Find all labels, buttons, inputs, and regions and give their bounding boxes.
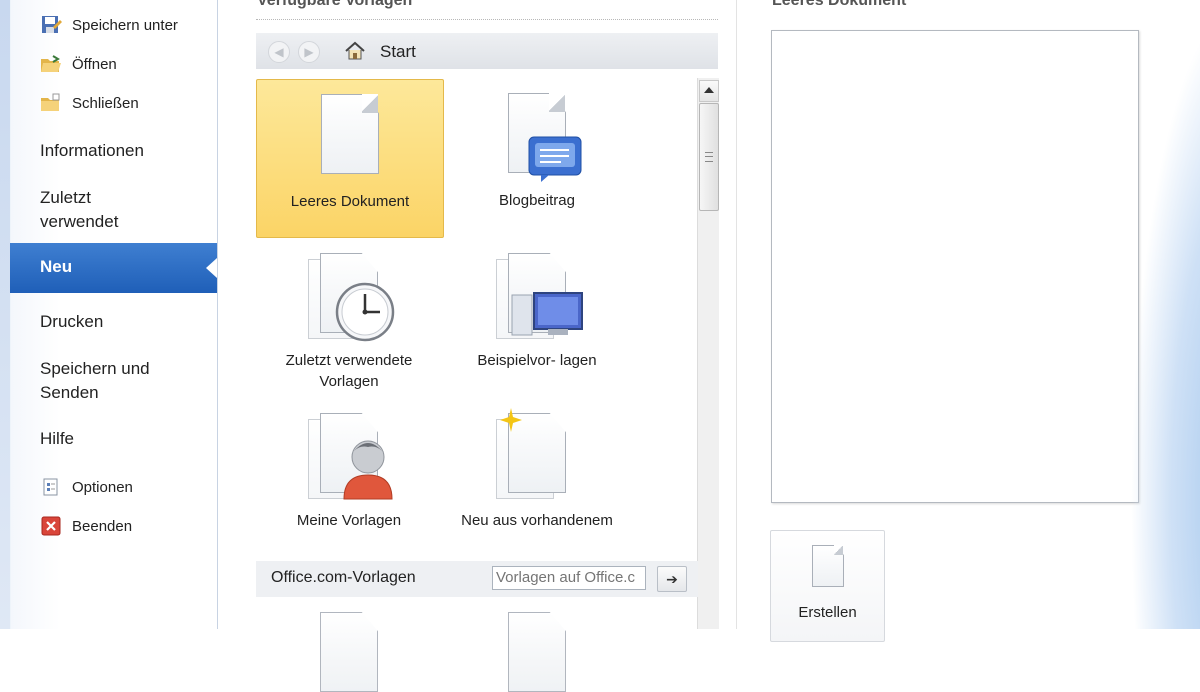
nav-info-label: Informationen bbox=[40, 141, 144, 160]
tile-samples-label: Beispielvor- lagen bbox=[477, 352, 597, 369]
office-com-bar: Office.com-Vorlagen ➔ bbox=[256, 561, 698, 597]
nav-active-notch bbox=[206, 258, 217, 278]
nav-save-as[interactable]: Speichern unter bbox=[40, 13, 178, 37]
tile-recent-label: Zuletzt verwendete Vorlagen bbox=[256, 350, 442, 392]
close-folder-icon bbox=[40, 93, 62, 113]
nav-exit[interactable]: Beenden bbox=[40, 514, 132, 538]
tile-blank-document[interactable]: Leeres Dokument bbox=[256, 79, 444, 238]
clock-icon bbox=[335, 282, 395, 342]
tile-sample-templates[interactable]: Beispielvor- lagen bbox=[444, 245, 630, 395]
preview-title: Leeres Dokument bbox=[772, 0, 907, 9]
tile-new-from-existing[interactable]: Neu aus vorhandenem bbox=[444, 405, 630, 535]
create-button[interactable]: Erstellen bbox=[770, 530, 885, 642]
panel-divider bbox=[736, 0, 737, 629]
nav-print-label: Drucken bbox=[40, 312, 104, 331]
tile-blog-label: Blogbeitrag bbox=[499, 192, 575, 209]
scroll-grip-icon bbox=[705, 152, 713, 162]
tile-blank-label: Leeres Dokument bbox=[290, 193, 410, 210]
nav-new[interactable]: Neu bbox=[10, 243, 217, 293]
nav-save-send-line2: Senden bbox=[40, 383, 99, 402]
open-folder-icon bbox=[40, 54, 62, 74]
page-fold bbox=[549, 93, 565, 112]
nav-exit-label: Beenden bbox=[72, 517, 133, 535]
nav-options-label: Optionen bbox=[72, 478, 133, 496]
nav-print[interactable]: Drucken bbox=[40, 310, 103, 334]
scroll-thumb[interactable] bbox=[699, 103, 719, 211]
create-button-label: Erstellen bbox=[798, 604, 857, 621]
sparkle-icon bbox=[500, 408, 522, 432]
nav-save-send[interactable]: Speichern und Senden bbox=[40, 357, 150, 405]
breadcrumb-start[interactable]: Start bbox=[380, 42, 416, 62]
nav-save-as-label: Speichern unter bbox=[72, 16, 178, 34]
tile-recent-line1: Zuletzt verwendete bbox=[285, 352, 413, 369]
nav-info[interactable]: Informationen bbox=[40, 139, 144, 163]
options-icon bbox=[40, 477, 62, 497]
nav-close-label: Schließen bbox=[72, 94, 139, 112]
tile-blog-post[interactable]: Blogbeitrag bbox=[444, 79, 630, 236]
home-icon[interactable] bbox=[344, 40, 366, 62]
office-com-label: Office.com-Vorlagen bbox=[271, 569, 416, 586]
tile-mine-label: Meine Vorlagen bbox=[296, 512, 402, 529]
nav-edge bbox=[0, 0, 10, 629]
search-go-arrow-icon[interactable]: ➔ bbox=[657, 566, 687, 592]
nav-recent[interactable]: Zuletzt verwendet bbox=[40, 186, 118, 234]
nav-open-label: Öffnen bbox=[72, 55, 117, 73]
backstage-nav: Speichern unter Öffnen Schließen Informa… bbox=[0, 0, 218, 629]
tile-recent-line2: Vorlagen bbox=[319, 373, 379, 390]
page-fold bbox=[834, 545, 843, 555]
document-preview bbox=[771, 30, 1139, 503]
templates-navbar: ◀ ▶ Start bbox=[256, 33, 718, 69]
save-as-icon bbox=[40, 15, 62, 35]
tile-recent-templates[interactable]: Zuletzt verwendete Vorlagen bbox=[256, 245, 442, 395]
templates-scrollbar[interactable] bbox=[697, 78, 719, 629]
exit-icon bbox=[40, 516, 62, 536]
nav-open[interactable]: Öffnen bbox=[40, 52, 117, 76]
nav-help-label: Hilfe bbox=[40, 429, 75, 448]
tile-existing-label: Neu aus vorhandenem bbox=[461, 512, 613, 529]
background-swoosh bbox=[1130, 0, 1200, 629]
document-icon bbox=[320, 612, 378, 692]
page-fold bbox=[362, 94, 378, 113]
scroll-up-arrow-icon[interactable] bbox=[699, 80, 719, 102]
computer-monitor-icon bbox=[511, 292, 583, 336]
office-com-search-input[interactable] bbox=[492, 566, 646, 590]
nav-save-send-line1: Speichern und bbox=[40, 359, 150, 378]
nav-recent-line1: Zuletzt bbox=[40, 188, 92, 207]
templates-divider bbox=[256, 19, 718, 20]
back-arrow-icon[interactable]: ◀ bbox=[268, 41, 290, 63]
document-icon bbox=[508, 612, 566, 692]
tile-my-templates[interactable]: Meine Vorlagen bbox=[256, 405, 442, 535]
person-icon bbox=[343, 440, 393, 500]
nav-help[interactable]: Hilfe bbox=[40, 427, 74, 451]
nav-new-label: Neu bbox=[40, 257, 73, 276]
speech-bubble-icon bbox=[528, 136, 582, 182]
forward-arrow-icon[interactable]: ▶ bbox=[298, 41, 320, 63]
nav-options[interactable]: Optionen bbox=[40, 475, 133, 499]
nav-recent-line2: verwendet bbox=[40, 212, 119, 231]
nav-close[interactable]: Schließen bbox=[40, 91, 139, 115]
templates-title: Verfügbare Vorlagen bbox=[257, 0, 413, 9]
